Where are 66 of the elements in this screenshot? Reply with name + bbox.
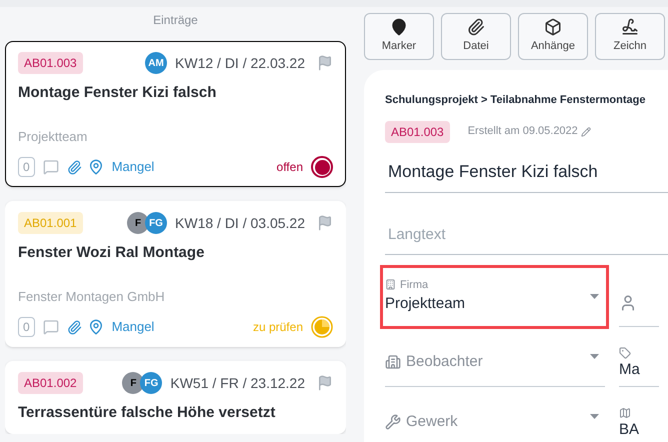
entry-title: Fenster Wozi Ral Montage	[18, 243, 206, 263]
field-value: Ma	[619, 360, 641, 380]
entry-card[interactable]: AB01.002 F FG KW51 / FR / 23.12.22 Terrassentüre falsche Höhe versetzt	[5, 361, 346, 434]
paperclip-icon	[467, 18, 485, 36]
count-badge: 0	[18, 157, 35, 177]
dropdown-caret-icon[interactable]	[590, 354, 599, 358]
field-icon	[385, 414, 401, 430]
dropdown-caret-icon[interactable]	[590, 294, 599, 298]
paperclip-icon[interactable]	[66, 320, 82, 334]
comment-icon[interactable]	[42, 319, 59, 335]
box-icon	[544, 18, 562, 36]
side-field[interactable]: Ma	[619, 326, 659, 386]
field-icon	[385, 279, 396, 290]
category-text: Mangel	[112, 318, 154, 336]
avatar: AM	[145, 52, 168, 74]
toolbar-button[interactable]: Anhänge	[518, 13, 588, 60]
field-label: Firma	[400, 278, 428, 292]
field-value: Projektteam	[385, 294, 466, 314]
avatar: FG	[140, 372, 162, 394]
company-text: Projektteam	[18, 128, 88, 146]
flag-icon[interactable]	[317, 55, 333, 71]
signature-icon	[621, 18, 639, 36]
entry-title: Montage Fenster Kizi falsch	[18, 83, 218, 103]
side-field[interactable]: BA	[619, 386, 659, 442]
flag-icon[interactable]	[317, 215, 333, 231]
toolbar-button[interactable]: Zeichn	[595, 13, 665, 60]
id-tag: AB01.001	[18, 212, 83, 234]
field-icon	[619, 347, 631, 359]
entry-card[interactable]: AB01.001 F FG KW18 / DI / 03.05.22 Fenster Wozi Ral Montage Fenster Montagen GmbH 0 Mangel zu prüfen	[5, 201, 346, 347]
avatar: FG	[145, 212, 168, 234]
avatar: F	[122, 372, 144, 394]
field-icon	[619, 294, 637, 312]
field-value: BA	[619, 420, 640, 440]
pin-icon[interactable]	[88, 159, 104, 175]
flag-icon[interactable]	[317, 375, 333, 391]
list-header: Einträge	[153, 12, 198, 29]
date-text: KW12 / DI / 22.03.22	[175, 54, 305, 72]
field-icon	[619, 407, 631, 419]
status-text: zu prüfen	[252, 319, 303, 336]
paperclip-icon[interactable]	[66, 160, 82, 174]
toolbar-button[interactable]: Datei	[441, 13, 511, 60]
toolbar-button[interactable]: Marker	[364, 13, 434, 60]
dropdown-caret-icon[interactable]	[590, 414, 599, 418]
entry-card[interactable]: AB01.003 AM KW12 / DI / 22.03.22 Montage Fenster Kizi falsch Projektteam 0 Mangel offen	[5, 41, 346, 187]
id-tag: AB01.003	[385, 120, 450, 142]
category-text: Mangel	[112, 158, 154, 176]
status-text: offen	[276, 159, 303, 176]
marker-icon	[390, 18, 408, 36]
company-text: Fenster Montagen GmbH	[18, 288, 166, 306]
title-field[interactable]: Montage Fenster Kizi falsch	[385, 152, 668, 192]
dropdown-field[interactable]: Firma Projektteam	[385, 266, 605, 326]
id-tag: AB01.002	[18, 372, 83, 394]
date-text: KW51 / FR / 23.12.22	[170, 374, 305, 392]
pin-icon[interactable]	[88, 319, 104, 335]
date-text: KW18 / DI / 03.05.22	[175, 214, 305, 232]
breadcrumb[interactable]: Schulungsprojekt > Teilabnahme Fenstermontage	[385, 92, 668, 108]
field-placeholder: Beobachter	[406, 352, 483, 372]
edit-icon[interactable]	[580, 126, 591, 136]
count-badge: 0	[18, 317, 35, 337]
created-text: Erstellt am 09.05.2022	[468, 124, 578, 140]
field-placeholder: Gewerk	[406, 412, 458, 432]
comment-icon[interactable]	[42, 159, 59, 175]
id-tag: AB01.003	[18, 52, 83, 74]
entry-title: Terrassentüre falsche Höhe versetzt	[18, 403, 276, 423]
field-icon	[385, 354, 401, 370]
avatar: F	[127, 212, 150, 234]
